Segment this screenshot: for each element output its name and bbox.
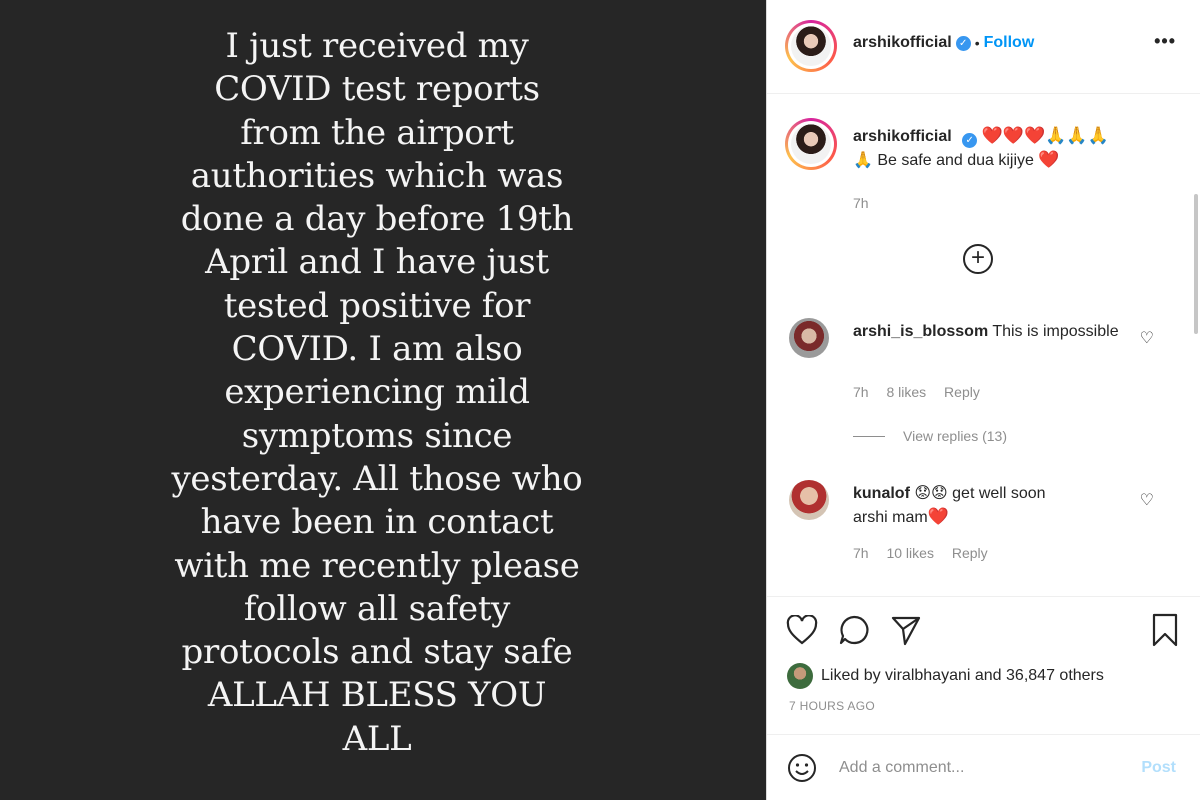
more-options-icon[interactable]: ••• bbox=[1154, 31, 1176, 52]
comment-input[interactable] bbox=[839, 753, 1119, 783]
liked-by-row: Liked by viralbhayani and 36,847 others bbox=[787, 663, 1104, 689]
caption: arshikofficial ✓ ❤️❤️❤️🙏🙏🙏 🙏 Be safe and… bbox=[853, 124, 1173, 215]
comment-avatar[interactable] bbox=[789, 480, 829, 520]
separator-dot: • bbox=[974, 35, 980, 51]
replies-divider-line bbox=[853, 436, 885, 437]
comment-likes[interactable]: 10 likes bbox=[886, 545, 933, 561]
post-comment-button[interactable]: Post bbox=[1141, 759, 1176, 777]
liked-by-avatar[interactable] bbox=[787, 663, 813, 689]
comment-meta: 7h 8 likes Reply bbox=[853, 384, 994, 400]
liked-by-suffix: and bbox=[970, 667, 1007, 684]
load-more-comments-icon[interactable]: + bbox=[963, 244, 993, 274]
add-comment-bar: Post bbox=[767, 734, 1200, 800]
header-user-row: arshikofficial ✓ • Follow bbox=[853, 34, 1034, 52]
header-username[interactable]: arshikofficial bbox=[853, 34, 952, 52]
comment-likes[interactable]: 8 likes bbox=[886, 384, 926, 400]
comment-meta: 7h 10 likes Reply bbox=[853, 545, 1002, 561]
view-replies-button[interactable]: View replies (13) bbox=[853, 428, 1007, 444]
liked-by-prefix: Liked by bbox=[821, 667, 886, 684]
post-media[interactable]: I just received my COVID test reports fr… bbox=[0, 0, 766, 800]
comment-like-heart-icon[interactable]: ♡ bbox=[1140, 328, 1154, 348]
heart-emoji: ❤️ bbox=[927, 507, 949, 526]
verified-badge-icon: ✓ bbox=[962, 133, 978, 148]
comment-text-2: arshi mam bbox=[853, 509, 928, 526]
reply-button[interactable]: Reply bbox=[952, 545, 988, 561]
like-heart-icon[interactable] bbox=[785, 613, 819, 647]
comment-time[interactable]: 7h bbox=[853, 384, 869, 400]
comment-avatar[interactable] bbox=[789, 318, 829, 358]
comment-body: kunalof 😟😟 get well soon arshi mam❤️ bbox=[853, 482, 1133, 529]
share-paper-plane-icon[interactable] bbox=[889, 613, 923, 647]
comment-time[interactable]: 7h bbox=[853, 545, 869, 561]
scrollbar[interactable] bbox=[1194, 194, 1198, 334]
comment-username[interactable]: kunalof bbox=[853, 485, 910, 502]
follow-button[interactable]: Follow bbox=[984, 34, 1035, 52]
post-actions: Liked by viralbhayani and 36,847 others … bbox=[767, 596, 1200, 720]
caption-author-avatar[interactable] bbox=[785, 118, 837, 170]
author-avatar[interactable] bbox=[785, 20, 837, 72]
caption-time[interactable]: 7h bbox=[853, 192, 1173, 215]
verified-badge-icon: ✓ bbox=[955, 35, 971, 51]
post-side-panel: arshikofficial ✓ • Follow ••• arshikoffi… bbox=[766, 0, 1200, 800]
caption-username[interactable]: arshikofficial bbox=[853, 128, 952, 145]
post-header: arshikofficial ✓ • Follow ••• bbox=[767, 0, 1200, 94]
save-bookmark-icon[interactable] bbox=[1148, 613, 1182, 647]
comment-body: arshi_is_blossom This is impossible bbox=[853, 320, 1133, 343]
comment-like-heart-icon[interactable]: ♡ bbox=[1140, 490, 1154, 510]
liked-by-others[interactable]: 36,847 others bbox=[1006, 667, 1104, 685]
comment-username[interactable]: arshi_is_blossom bbox=[853, 323, 988, 340]
liked-by-user[interactable]: viralbhayani bbox=[885, 667, 970, 685]
heart-emoji: ❤️ bbox=[1038, 150, 1060, 169]
emoji-smiley-icon[interactable] bbox=[787, 753, 817, 788]
caption-emojis: ❤️❤️❤️🙏🙏🙏 bbox=[981, 126, 1109, 145]
comment-bubble-icon[interactable] bbox=[837, 613, 871, 647]
story-text: I just received my COVID test reports fr… bbox=[171, 25, 583, 759]
comment-text: This is impossible bbox=[992, 323, 1119, 340]
comments-scroll-area[interactable]: arshikofficial ✓ ❤️❤️❤️🙏🙏🙏 🙏 Be safe and… bbox=[767, 94, 1200, 596]
view-replies-label: View replies (13) bbox=[903, 428, 1008, 444]
reply-button[interactable]: Reply bbox=[944, 384, 980, 400]
pray-emoji: 🙏 bbox=[853, 152, 873, 169]
comment-text: get well soon bbox=[952, 485, 1046, 502]
comment-emojis: 😟😟 bbox=[914, 485, 948, 502]
post-timestamp[interactable]: 7 HOURS AGO bbox=[789, 699, 875, 713]
caption-text: Be safe and dua kijiye bbox=[877, 152, 1034, 169]
